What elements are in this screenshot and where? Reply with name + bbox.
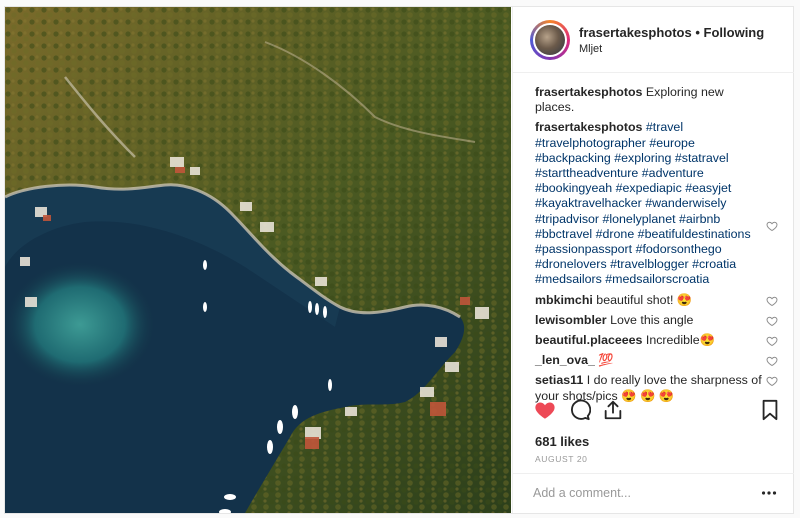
post-card: frasertakesphotos • Following Mljet fras… (4, 6, 794, 514)
hashtag-link[interactable]: #travelphotographer (535, 136, 646, 150)
hashtag-link[interactable]: #beatifuldestinations (638, 227, 751, 241)
post-photo[interactable] (5, 7, 511, 513)
follow-status-button[interactable]: Following (704, 25, 765, 40)
hashtag-link[interactable]: #travelblogger (610, 257, 689, 271)
heart-outline-icon[interactable] (766, 335, 778, 347)
hashtag-link[interactable]: #airbnb (679, 212, 720, 226)
post-date: AUGUST 20 (535, 454, 588, 464)
likes-count[interactable]: 681 likes (535, 434, 589, 449)
comments-list: frasertakesphotos Exploring new places. … (513, 83, 794, 403)
heart-filled-icon[interactable] (534, 399, 556, 421)
hashtag-link[interactable]: #lonelyplanet (603, 212, 676, 226)
hashtag-link[interactable]: #passionpassport (535, 242, 632, 256)
add-comment-bar (513, 473, 794, 513)
hashtag-link[interactable]: #europe (649, 136, 694, 150)
hashtag-link[interactable]: #adventure (642, 166, 704, 180)
caption: frasertakesphotos Exploring new places. (513, 85, 765, 115)
heart-outline-icon[interactable] (766, 220, 778, 232)
separator-dot: • (695, 25, 700, 40)
hashtag-link[interactable]: #medsailorscroatia (605, 272, 709, 286)
comment-username[interactable]: _len_ova_ (535, 353, 595, 367)
avatar-image (535, 25, 565, 55)
hashtag-comment: frasertakesphotos #travel #travelphotogr… (513, 120, 778, 287)
comment-row: lewisombler Love this angle (513, 312, 778, 328)
comment-text: beautiful shot! 😍 (596, 292, 693, 307)
author-username[interactable]: frasertakesphotos (579, 25, 692, 40)
location-link[interactable]: Mljet (579, 43, 602, 55)
heart-outline-icon[interactable] (766, 375, 778, 387)
caption-username[interactable]: frasertakesphotos (535, 85, 642, 99)
hashtag-link[interactable]: #croatia (692, 257, 736, 271)
share-arrow-icon[interactable] (602, 399, 624, 421)
comment-row: _len_ova_ 💯 (513, 353, 778, 368)
comment-username[interactable]: mbkimchi (535, 293, 593, 307)
comment-row: mbkimchi beautiful shot! 😍 (513, 292, 778, 308)
hashtag-link[interactable]: #backpacking (535, 151, 611, 165)
heart-outline-icon[interactable] (766, 355, 778, 367)
hashtag-link[interactable]: #kayaktravelhacker (535, 196, 642, 210)
hashtag-link[interactable]: #fodorsonthego (636, 242, 722, 256)
aerial-bay-image (5, 7, 511, 513)
comment-username[interactable]: setias11 (535, 373, 583, 387)
hashtag-link[interactable]: #bbctravel (535, 227, 592, 241)
hashtag-link[interactable]: #medsailors (535, 272, 602, 286)
comment-username[interactable]: frasertakesphotos (535, 120, 642, 134)
comment-text: Incredible😍 (645, 333, 716, 348)
hashtag-link[interactable]: #travel (646, 120, 683, 134)
hashtag-link[interactable]: #expediapic (616, 181, 682, 195)
post-actions (513, 395, 794, 425)
more-dots-icon[interactable] (761, 486, 777, 500)
hashtag-link[interactable]: #drone (596, 227, 635, 241)
hashtag-link[interactable]: #wanderwisely (645, 196, 726, 210)
heart-outline-icon[interactable] (766, 295, 778, 307)
hashtag-link[interactable]: #exploring (614, 151, 671, 165)
hashtag-link[interactable]: #bookingyeah (535, 181, 612, 195)
hashtag-link[interactable]: #dronelovers (535, 257, 607, 271)
avatar[interactable] (530, 20, 570, 60)
post-sidebar: frasertakesphotos • Following Mljet fras… (512, 7, 794, 513)
comment-input[interactable] (533, 484, 753, 502)
heart-outline-icon[interactable] (766, 315, 778, 327)
comment-text: 💯 (598, 353, 614, 368)
post-author: frasertakesphotos • Following (579, 25, 764, 40)
comment-row: beautiful.placeees Incredible😍 (513, 333, 778, 348)
hashtag-link[interactable]: #tripadvisor (535, 212, 599, 226)
comment-text: Love this angle (610, 312, 694, 327)
speech-bubble-icon[interactable] (569, 399, 591, 421)
bookmark-icon[interactable] (759, 399, 781, 421)
hashtag-link[interactable]: #statravel (675, 151, 729, 165)
post-header: frasertakesphotos • Following Mljet (513, 7, 794, 73)
comment-username[interactable]: beautiful.placeees (535, 333, 642, 347)
hashtag-link[interactable]: #starttheadventure (535, 166, 638, 180)
comment-username[interactable]: lewisombler (535, 313, 607, 327)
hashtag-link[interactable]: #easyjet (685, 181, 731, 195)
